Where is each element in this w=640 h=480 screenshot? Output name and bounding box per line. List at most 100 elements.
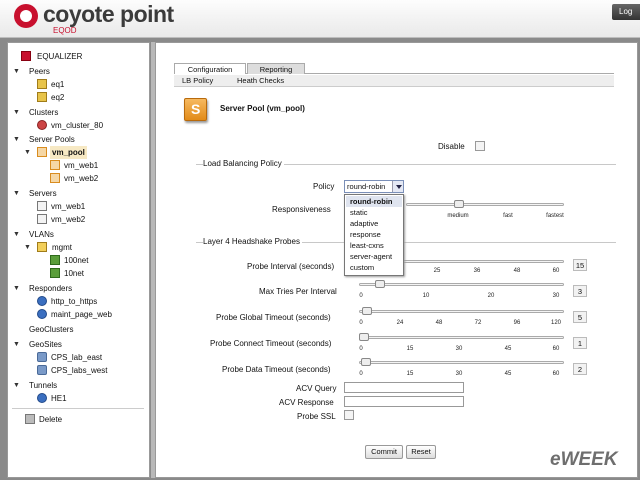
acv-query-input[interactable] (344, 382, 464, 393)
eweek-watermark: eWEEK (550, 449, 618, 470)
probe-global-timeout-tick: 72 (474, 320, 482, 326)
expand-arrow-icon[interactable]: ▼ (13, 338, 20, 351)
responsiveness-tick: fast (503, 213, 513, 219)
object-tree: EQUALIZER ▼ Peers eq1 eq2 ▼ Clusters vm_… (7, 42, 150, 478)
probe-global-timeout-slider[interactable] (359, 310, 564, 313)
policy-option[interactable]: adaptive (346, 218, 402, 229)
tab-configuration[interactable]: Configuration (174, 63, 246, 74)
geosite-icon (37, 352, 47, 362)
server-pool-large-icon (184, 98, 207, 121)
chevron-down-icon[interactable] (392, 181, 403, 192)
probe-data-timeout-tick: 30 (455, 371, 463, 377)
probe-global-timeout-label: Probe Global Timeout (seconds) (216, 313, 331, 322)
policy-option[interactable]: response (346, 229, 402, 240)
policy-option[interactable]: server-agent (346, 251, 402, 262)
probe-global-timeout-value: 5 (573, 311, 587, 323)
probe-interval-tick: 48 (513, 268, 521, 274)
policy-dropdown-list: round-robin static adaptive response lea… (344, 194, 404, 276)
probe-data-timeout-slider[interactable] (359, 361, 564, 364)
probe-interval-tick: 25 (433, 268, 441, 274)
max-tries-tick: 30 (552, 293, 560, 299)
trash-icon (25, 414, 35, 424)
responsiveness-tick: medium (447, 213, 469, 219)
max-tries-label: Max Tries Per Interval (259, 287, 337, 296)
responsiveness-tick: fastest (546, 213, 564, 219)
probe-global-timeout-tick: 120 (550, 320, 562, 326)
equalizer-icon (21, 51, 31, 61)
max-tries-thumb[interactable] (375, 280, 385, 288)
max-tries-tick: 20 (487, 293, 495, 299)
commit-button[interactable]: Commit (365, 445, 403, 459)
probe-data-timeout-thumb[interactable] (361, 358, 371, 366)
max-tries-slider[interactable] (359, 283, 564, 286)
tunnel-icon (37, 393, 47, 403)
probe-global-timeout-tick: 96 (513, 320, 521, 326)
expand-arrow-icon[interactable]: ▼ (13, 187, 20, 200)
page-title: Server Pool (vm_pool) (220, 104, 305, 113)
disable-checkbox[interactable] (475, 141, 485, 151)
responsiveness-label: Responsiveness (272, 205, 331, 214)
policy-option[interactable]: least-cxns (346, 240, 402, 251)
disable-label: Disable (438, 142, 465, 151)
probe-data-timeout-tick: 0 (359, 371, 363, 377)
max-tries-tick: 10 (422, 293, 430, 299)
server-pool-icon (37, 147, 47, 157)
coyote-point-logo-icon (14, 4, 38, 28)
server-icon (37, 214, 47, 224)
max-tries-tick: 0 (359, 293, 363, 299)
probe-connect-timeout-tick: 15 (406, 346, 414, 352)
probe-global-timeout-tick: 0 (359, 320, 363, 326)
acv-response-input[interactable] (344, 396, 464, 407)
expand-arrow-icon[interactable]: ▼ (24, 241, 31, 254)
acv-response-label: ACV Response (279, 398, 334, 407)
probe-global-timeout-thumb[interactable] (362, 307, 372, 315)
lb-policy-legend: Load Balancing Policy (203, 159, 284, 168)
tab-bar: Configuration Reporting (174, 63, 614, 74)
probe-connect-timeout-value: 1 (573, 337, 587, 349)
subtab-health-checks[interactable]: Heath Checks (237, 76, 284, 85)
subtab-lb-policy[interactable]: LB Policy (182, 76, 213, 85)
probe-connect-timeout-slider[interactable] (359, 336, 564, 339)
reset-button[interactable]: Reset (406, 445, 436, 459)
policy-option[interactable]: round-robin (346, 196, 402, 207)
probe-connect-timeout-tick: 0 (359, 346, 363, 352)
responsiveness-slider[interactable] (406, 203, 564, 206)
peer-icon (37, 79, 47, 89)
acv-query-label: ACV Query (296, 384, 337, 393)
probe-ssl-checkbox[interactable] (344, 410, 354, 420)
policy-option[interactable]: static (346, 207, 402, 218)
product-name: EQOD (53, 26, 77, 35)
probe-data-timeout-label: Probe Data Timeout (seconds) (222, 365, 331, 374)
probes-legend: Layer 4 Headshake Probes (203, 237, 302, 246)
expand-arrow-icon[interactable]: ▼ (13, 228, 20, 241)
app-header: coyote point EQOD Log (0, 0, 640, 38)
logout-button[interactable]: Log (612, 4, 640, 20)
probe-global-timeout-tick: 48 (435, 320, 443, 326)
subnet-icon (50, 268, 60, 278)
tab-reporting[interactable]: Reporting (247, 63, 305, 74)
probe-connect-timeout-tick: 30 (455, 346, 463, 352)
subnet-icon (50, 255, 60, 265)
expand-arrow-icon[interactable]: ▼ (13, 65, 20, 78)
config-panel: Configuration Reporting LB Policy Heath … (155, 42, 638, 478)
probe-connect-timeout-label: Probe Connect Timeout (seconds) (210, 339, 332, 348)
expand-arrow-icon[interactable]: ▼ (13, 379, 20, 392)
expand-arrow-icon[interactable]: ▼ (13, 106, 20, 119)
expand-arrow-icon[interactable]: ▼ (13, 133, 20, 146)
expand-arrow-icon[interactable]: ▼ (24, 146, 31, 159)
expand-arrow-icon[interactable]: ▼ (13, 282, 20, 295)
peer-icon (37, 92, 47, 102)
probe-interval-label: Probe Interval (seconds) (247, 262, 335, 271)
probe-data-timeout-tick: 15 (406, 371, 414, 377)
probe-interval-tick: 60 (552, 268, 560, 274)
policy-option[interactable]: custom (346, 262, 402, 273)
probe-interval-value: 15 (573, 259, 587, 271)
cluster-icon (37, 120, 47, 130)
policy-label: Policy (313, 182, 335, 191)
geosite-icon (37, 365, 47, 375)
probe-connect-timeout-thumb[interactable] (359, 333, 369, 341)
subtab-bar: LB Policy Heath Checks (174, 75, 614, 87)
responsiveness-thumb[interactable] (454, 200, 464, 208)
responder-icon (37, 309, 47, 319)
brand-name: coyote point (43, 1, 174, 27)
